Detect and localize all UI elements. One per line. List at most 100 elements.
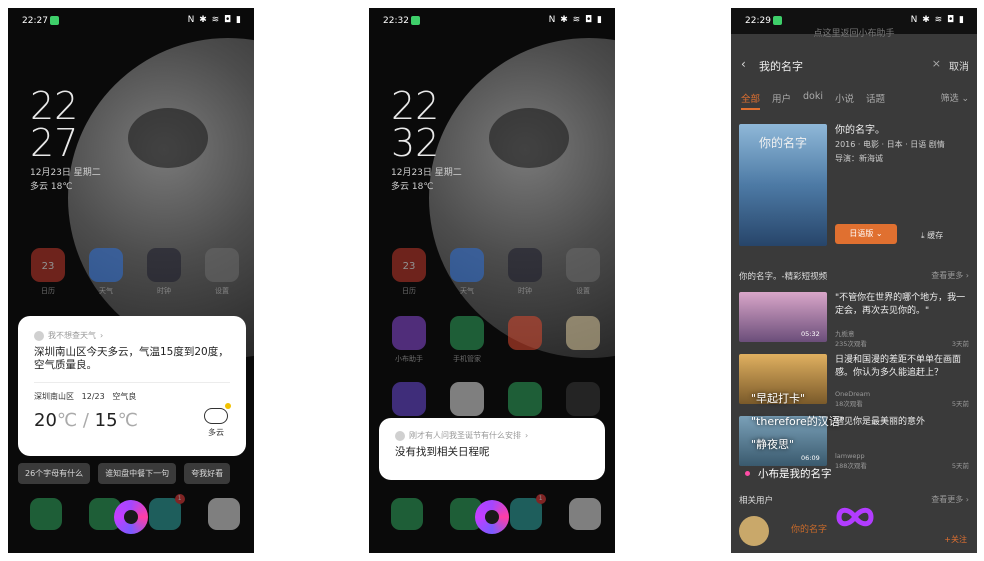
see-more-link[interactable]: 查看更多 › [931, 270, 969, 281]
suggestion-chip[interactable]: 夸我好看 [184, 463, 231, 484]
app-label: 时钟 [518, 287, 532, 295]
see-more-link[interactable]: 查看更多 › [931, 494, 969, 505]
return-banner[interactable]: 点这里返回小布助手 [731, 26, 977, 39]
assistant-avatar-icon [34, 330, 44, 341]
tab-users[interactable]: 用户 [772, 91, 791, 110]
app-row: 23 日历 天气 时钟 设置 [30, 248, 240, 296]
date-widget: 12月23日 星期二 多云 18℃ [391, 166, 462, 194]
lock-clock: 22 27 [30, 87, 78, 162]
cancel-button[interactable]: 取消 [949, 58, 969, 73]
notification-icon [50, 16, 59, 25]
video-author: lamwepp [835, 452, 865, 460]
app-settings[interactable]: 设置 [565, 248, 601, 296]
app-clock[interactable]: 时钟 [507, 248, 543, 296]
app-label: 时钟 [157, 287, 171, 295]
movie-poster[interactable]: 你的名字 [739, 124, 827, 246]
app-calendar[interactable]: 23 日历 [391, 248, 427, 296]
tab-doki[interactable]: doki [803, 91, 823, 110]
assistant-infinity-icon[interactable] [835, 506, 875, 528]
temp-unit: ℃ [117, 410, 138, 431]
app-clock[interactable]: 时钟 [146, 248, 182, 296]
status-icons: N ✱ ≋ ◘ ▮ [548, 15, 603, 25]
voice-suggestion[interactable]: "therefore的汉语" [751, 413, 845, 429]
browser-icon[interactable]: 1 [148, 494, 185, 530]
app-photos[interactable] [449, 382, 485, 416]
suggestion-chip[interactable]: 26个字母有什么 [18, 463, 91, 484]
video-author: 九栀意 [835, 330, 855, 338]
voice-suggestion[interactable]: "早起打卡" [751, 390, 805, 406]
maps-icon[interactable] [207, 498, 240, 530]
video-meta: OneDream 18次观看 5天前 [835, 390, 969, 408]
section-title: 你的名字。-精彩短视频 [739, 272, 828, 282]
tab-novels[interactable]: 小说 [835, 91, 854, 110]
temperature-range: 20℃ / 15℃ [34, 410, 138, 431]
maps-icon[interactable] [568, 498, 601, 530]
weather-answer-card[interactable]: 我不想查天气 › 深圳南山区今天多云，气温15度到20度，空气质量良。 深圳南山… [18, 316, 246, 456]
store-icon [508, 382, 542, 416]
assistant-orb-icon[interactable] [114, 500, 148, 534]
folder-icon [566, 382, 600, 416]
search-input[interactable]: 我的名字 [759, 58, 803, 74]
app-label: 小布助手 [395, 355, 423, 363]
clear-icon[interactable]: × [932, 57, 941, 70]
voice-suggestion[interactable]: "静夜思" [751, 436, 794, 452]
app-weather[interactable]: 天气 [88, 248, 124, 296]
movie-meta: 2016 · 电影 · 日本 · 日语 剧情 [835, 140, 945, 149]
date: 12/23 [81, 392, 105, 401]
app-red[interactable] [507, 316, 543, 364]
photos-icon [450, 382, 484, 416]
browser-icon[interactable]: 1 [509, 494, 546, 530]
lock-clock: 22 32 [391, 87, 439, 162]
assistant-orb-icon[interactable] [475, 500, 509, 534]
tab-topics[interactable]: 话题 [866, 91, 885, 110]
search-bar: ‹ 我的名字 × 取消 [731, 52, 977, 80]
follow-button[interactable]: +关注 [944, 534, 967, 545]
suggestion-chip[interactable]: 谁知盘中餐下一句 [98, 463, 177, 484]
app-red-icon [508, 316, 542, 350]
card-hint[interactable]: 刚才有人问我圣诞节有什么安排 › [395, 430, 589, 441]
avatar[interactable] [739, 516, 769, 546]
assistant-avatar-icon [395, 430, 405, 441]
divider [34, 382, 230, 383]
user-name[interactable]: 你的名字 [791, 522, 827, 535]
video-meta: 九栀意 235次观看 3天前 [835, 328, 969, 348]
status-time: 22:27 [22, 16, 48, 26]
watch-button[interactable]: 日语版 ⌄ [835, 224, 897, 244]
app-theme[interactable] [391, 382, 427, 416]
app-phone-manager[interactable]: 手机管家 [449, 316, 485, 364]
schedule-answer-card[interactable]: 刚才有人问我圣诞节有什么安排 › 没有找到相关日程呢 [379, 418, 605, 480]
transcript-text: 小布是我的名字 [758, 468, 832, 480]
card-hint[interactable]: 我不想查天气 › [34, 330, 230, 341]
app-notes[interactable] [565, 316, 601, 364]
phone-icon[interactable] [30, 498, 62, 530]
date-line: 12月23日 星期二 [30, 168, 101, 178]
weather-icon [89, 248, 123, 282]
movie-title[interactable]: 你的名字。 [835, 124, 965, 138]
phone-screen-schedule: 22:32 N ✱ ≋ ◘ ▮ 22 32 12月23日 星期二 多云 18℃ … [369, 8, 615, 553]
app-folder[interactable] [565, 382, 601, 416]
video-age: 5天前 [951, 462, 969, 470]
app-weather[interactable]: 天气 [449, 248, 485, 296]
app-settings[interactable]: 设置 [204, 248, 240, 296]
back-arrow-icon[interactable]: ‹ [741, 57, 746, 71]
app-label: 手机管家 [453, 355, 481, 363]
filter-button[interactable]: 筛选 ⌄ [941, 91, 969, 104]
condition-label: 多云 [208, 428, 224, 437]
movie-info: 你的名字。 2016 · 电影 · 日本 · 日语 剧情 导演：新海诚 [835, 124, 965, 166]
listening-dot-icon [745, 471, 750, 476]
video-views: 235次观看 [835, 340, 867, 348]
clock-icon [508, 248, 542, 282]
tab-all[interactable]: 全部 [741, 91, 761, 110]
app-calendar[interactable]: 23 日历 [30, 248, 66, 296]
app-store[interactable] [507, 382, 543, 416]
cache-button[interactable]: ⤓ 缓存 [921, 230, 943, 241]
temp-low: 15 [94, 410, 118, 431]
gear-icon [566, 248, 600, 282]
video-duration: 06:09 [801, 454, 820, 462]
phone-screen-weather: 22:27 N ✱ ≋ ◘ ▮ 22 27 12月23日 星期二 多云 18℃ … [8, 8, 254, 553]
video-title: 日漫和国漫的差距不单单在画面感。你认为多久能追赶上？ [835, 355, 962, 378]
video-row[interactable]: 05:32 "不管你在世界的哪个地方，我一定会，再次去见你的。" 九栀意 235… [739, 292, 969, 348]
status-bar: 22:27 N ✱ ≋ ◘ ▮ [8, 8, 254, 34]
app-assistant[interactable]: 小布助手 [391, 316, 427, 364]
phone-icon[interactable] [391, 498, 423, 530]
